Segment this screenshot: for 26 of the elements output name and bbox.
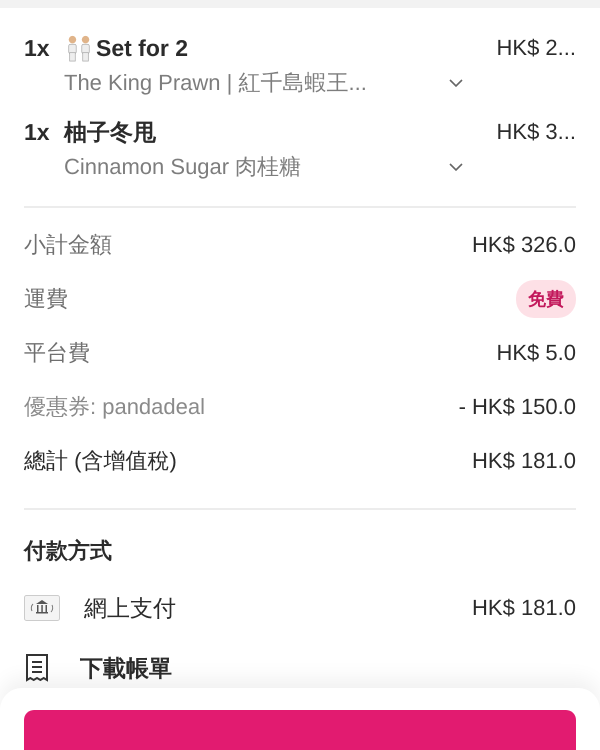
summary-label: 平台費 [24, 339, 90, 367]
free-badge: 免費 [516, 280, 576, 318]
item-details: Cinnamon Sugar 肉桂糖 [64, 153, 302, 181]
payment-method: 網上支付 [84, 594, 177, 622]
payment-amount: HK$ 181.0 [472, 595, 576, 621]
receipt-icon[interactable] [24, 653, 50, 683]
item-name: 柚子冬甩 [64, 118, 156, 147]
download-receipt-link[interactable]: 下載帳單 [80, 652, 172, 684]
summary-label: 小計金額 [24, 231, 112, 259]
chevron-down-icon[interactable] [448, 78, 464, 88]
summary-amount: HK$ 5.0 [496, 340, 576, 366]
item-price: HK$ 2... [496, 34, 576, 62]
item-quantity: 1x [24, 118, 51, 147]
summary-label: 總計 (含增值稅) [24, 447, 177, 475]
summary-label: 運費 [24, 285, 68, 313]
section-title: 付款方式 [24, 537, 113, 565]
item-details: The King Prawn | 紅千島蝦王... [64, 69, 367, 97]
item-price: HK$ 3... [496, 118, 576, 146]
summary-amount: - HK$ 150.0 [458, 394, 576, 420]
summary-amount: HK$ 181.0 [472, 448, 576, 474]
item-name: Set for 2 [96, 34, 188, 63]
bank-icon [24, 595, 60, 621]
item-quantity: 1x [24, 34, 51, 63]
chevron-down-icon[interactable] [448, 162, 464, 172]
summary-label: 優惠券: pandadeal [24, 393, 205, 421]
summary-amount: HK$ 326.0 [472, 232, 576, 258]
